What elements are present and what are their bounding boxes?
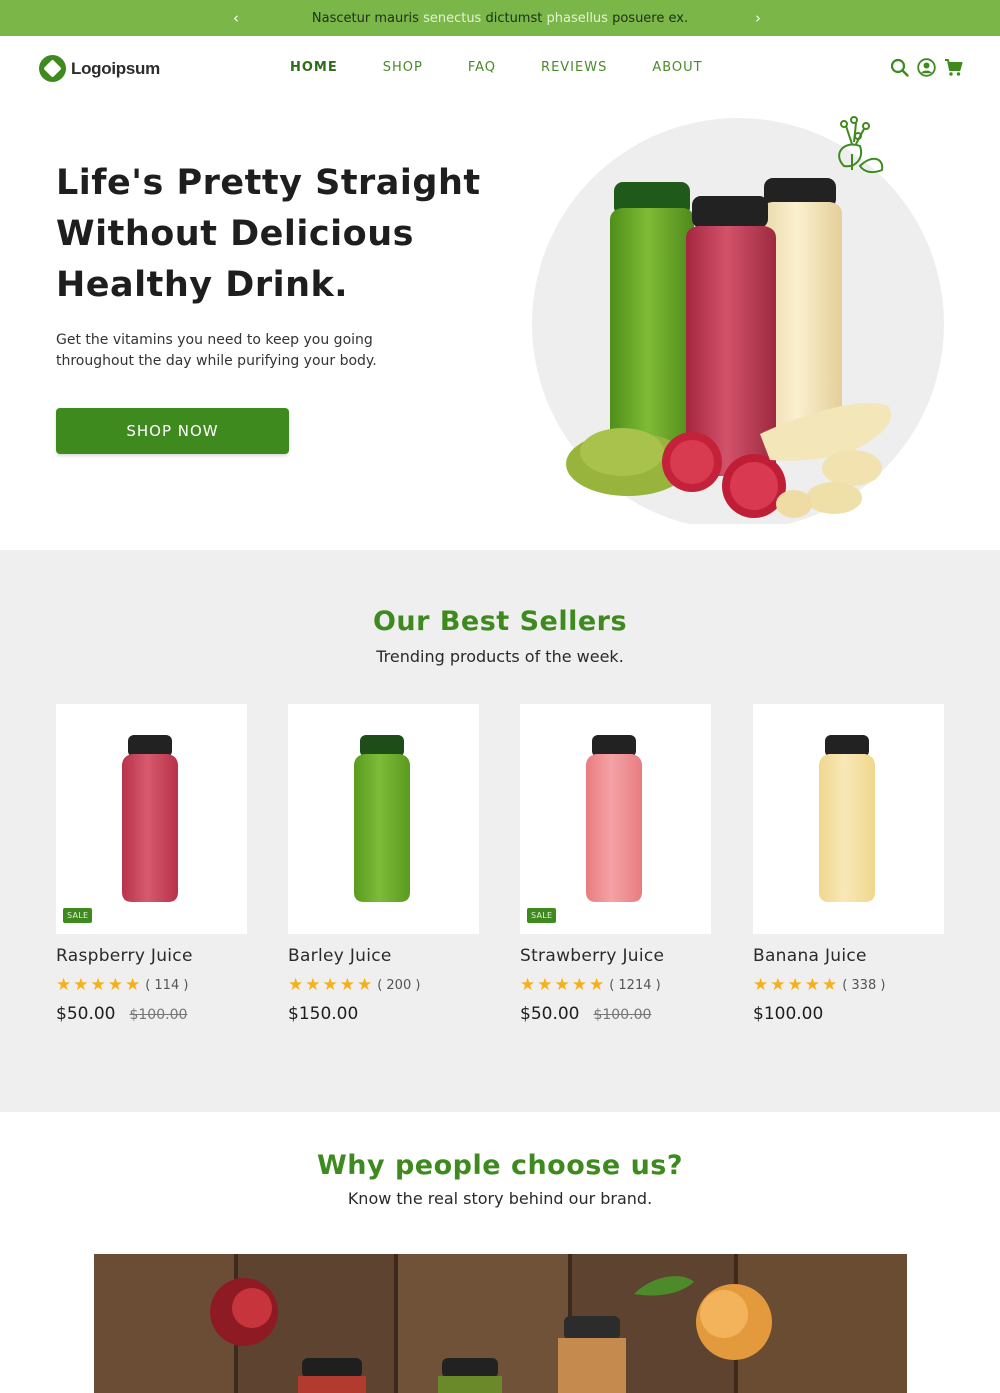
price-row: $150.00	[288, 1004, 479, 1024]
best-sellers-subtitle: Trending products of the week.	[376, 647, 624, 666]
product-old-price: $100.00	[129, 1007, 188, 1023]
price-row: $50.00 $100.00	[56, 1004, 247, 1024]
product-price: $150.00	[288, 1004, 359, 1024]
announcement-highlight: phasellus	[546, 10, 608, 26]
logo-text: Logoipsum	[71, 58, 160, 78]
bottle-body	[354, 754, 410, 902]
product-price: $100.00	[753, 1004, 824, 1024]
bottle-image	[122, 735, 178, 902]
product-rating: ★★★★★( 1214 )	[520, 975, 711, 995]
announcement-text-part: Nascetur mauris	[311, 10, 424, 26]
bottle-cap	[592, 735, 636, 757]
review-count: ( 200 )	[377, 977, 421, 993]
product-rating: ★★★★★( 114 )	[56, 975, 247, 995]
main-nav: HOME SHOP FAQ REVIEWS ABOUT	[290, 60, 748, 75]
announcement-text-part: posuere ex.	[607, 10, 689, 26]
product-rating: ★★★★★( 338 )	[753, 975, 944, 995]
review-count: ( 114 )	[145, 977, 189, 993]
announcement-text: Nascetur mauris senectus dictumst phasel…	[312, 11, 688, 26]
product-price: $50.00	[520, 1004, 580, 1024]
bottle-cap	[128, 735, 172, 757]
bottle-body	[586, 754, 642, 902]
sale-badge: SALE	[63, 908, 93, 923]
account-icon[interactable]	[917, 58, 936, 77]
chevron-left-icon[interactable]: ‹	[233, 8, 239, 28]
announcement-bar: ‹ Nascetur mauris senectus dictumst phas…	[0, 0, 1000, 36]
logo[interactable]: Logoipsum	[39, 55, 160, 82]
product-name[interactable]: Barley Juice	[288, 946, 479, 966]
announcement-highlight: senectus	[423, 10, 482, 26]
sale-badge: SALE	[527, 908, 557, 923]
why-subtitle: Know the real story behind our brand.	[347, 1189, 653, 1208]
star-rating-icon: ★★★★★	[56, 975, 143, 995]
search-icon[interactable]	[890, 58, 909, 77]
product-name[interactable]: Strawberry Juice	[520, 946, 711, 966]
announcement-text-part: dictumst	[481, 10, 547, 26]
price-row: $50.00 $100.00	[520, 1004, 711, 1024]
bottle-cap	[825, 735, 869, 757]
product-price: $50.00	[56, 1004, 116, 1024]
site-header: Logoipsum HOME SHOP FAQ REVIEWS ABOUT	[0, 36, 1000, 100]
brand-story-image	[94, 1254, 907, 1393]
green-bottle	[610, 182, 694, 456]
product-card[interactable]: Barley Juice ★★★★★( 200 ) $150.00	[288, 704, 479, 1024]
product-image[interactable]	[753, 704, 944, 934]
hero-image	[532, 114, 952, 530]
nav-shop[interactable]: SHOP	[383, 60, 423, 75]
price-row: $100.00	[753, 1004, 944, 1024]
best-sellers-section: Our Best Sellers Trending products of th…	[0, 550, 1000, 1112]
nav-home[interactable]: HOME	[290, 60, 338, 75]
hero-subtitle: Get the vitamins you need to keep you go…	[56, 332, 377, 369]
review-count: ( 338 )	[842, 977, 886, 993]
product-rating: ★★★★★( 200 )	[288, 975, 479, 995]
star-rating-icon: ★★★★★	[288, 975, 375, 995]
nav-faq[interactable]: FAQ	[468, 60, 496, 75]
product-name[interactable]: Raspberry Juice	[56, 946, 247, 966]
product-image[interactable]: SALE	[520, 704, 711, 934]
bottle-cap	[360, 735, 404, 757]
product-old-price: $100.00	[593, 1007, 652, 1023]
header-icons	[890, 58, 963, 77]
product-image[interactable]: SALE	[56, 704, 247, 934]
product-card[interactable]: SALE Strawberry Juice ★★★★★( 1214 ) $50.…	[520, 704, 711, 1024]
hero-section: Life's Pretty Straight Without Delicious…	[0, 100, 1000, 550]
shop-now-button[interactable]: SHOP NOW	[56, 408, 289, 454]
product-card[interactable]: Banana Juice ★★★★★( 338 ) $100.00	[753, 704, 944, 1024]
bottle-image	[354, 735, 410, 902]
review-count: ( 1214 )	[609, 977, 661, 993]
hero-title: Life's Pretty Straight Without Delicious…	[56, 163, 481, 305]
why-section: Why people choose us? Know the real stor…	[0, 1112, 1000, 1393]
product-card[interactable]: SALE Raspberry Juice ★★★★★( 114 ) $50.00…	[56, 704, 247, 1024]
chevron-right-icon[interactable]: ›	[755, 8, 761, 28]
bottle-image	[586, 735, 642, 902]
best-sellers-title: Our Best Sellers	[372, 606, 628, 637]
bottle-image	[819, 735, 875, 902]
cart-icon[interactable]	[944, 58, 963, 77]
star-rating-icon: ★★★★★	[753, 975, 840, 995]
product-name[interactable]: Banana Juice	[753, 946, 944, 966]
bottle-body	[122, 754, 178, 902]
logo-icon	[39, 55, 66, 82]
nav-about[interactable]: ABOUT	[652, 60, 702, 75]
nav-reviews[interactable]: REVIEWS	[541, 60, 607, 75]
product-image[interactable]	[288, 704, 479, 934]
bottle-body	[819, 754, 875, 902]
why-title: Why people choose us?	[316, 1150, 684, 1181]
star-rating-icon: ★★★★★	[520, 975, 607, 995]
